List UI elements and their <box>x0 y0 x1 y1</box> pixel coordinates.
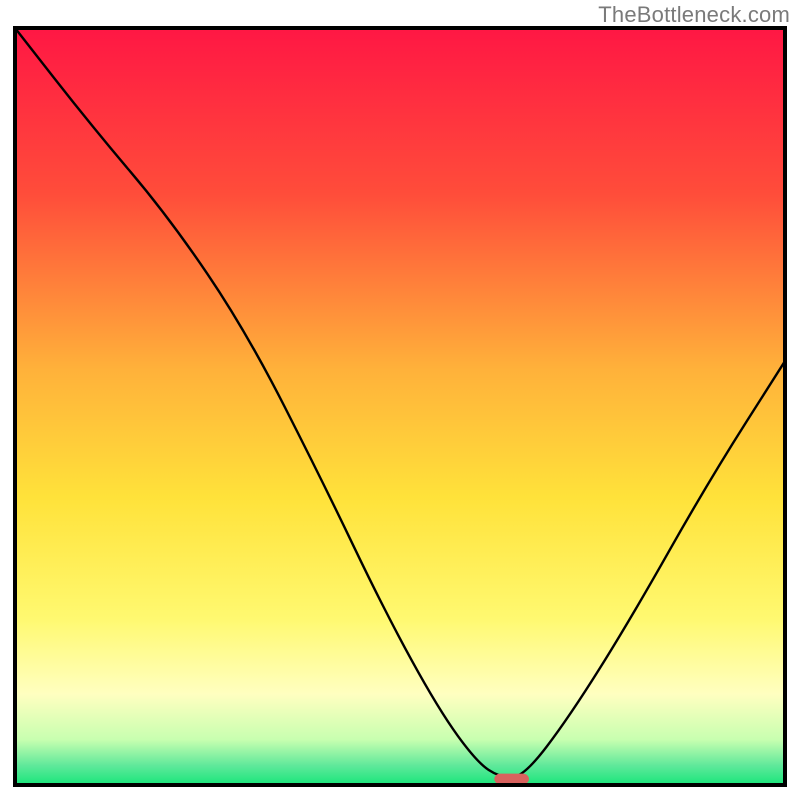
bottleneck-chart <box>0 0 800 800</box>
chart-background <box>15 28 785 785</box>
optimal-marker <box>494 774 529 785</box>
chart-stage: TheBottleneck.com <box>0 0 800 800</box>
